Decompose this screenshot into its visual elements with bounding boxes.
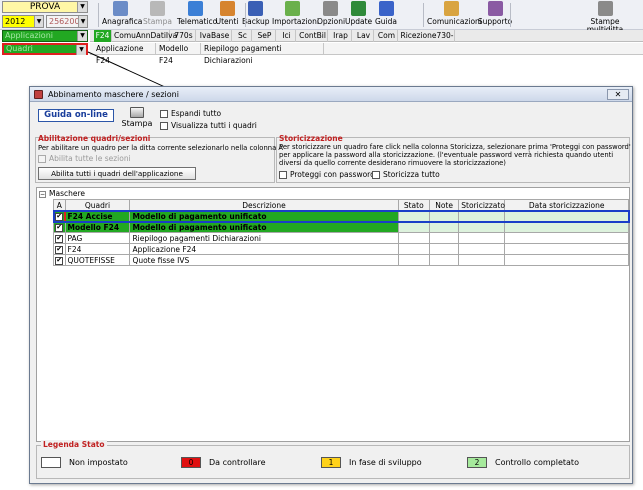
storicizzazione-text-3: diversi da quello corrente desiderano ri… [279,159,506,167]
row-note[interactable] [428,232,460,244]
abilita-tutte-sezioni-label: Abilita tutte le sezioni [49,154,131,163]
row-stato[interactable] [397,210,430,222]
column-header-descrizione[interactable]: Descrizione [129,199,399,211]
column-header-data-storicizzazione[interactable]: Data storicizzazione [504,199,629,211]
row-enable-checkbox[interactable] [55,234,64,243]
storicizzazione-title: Storicizzazione [279,134,343,143]
row-enable-cell[interactable] [53,254,66,266]
printer-icon [130,107,144,118]
row-enable-cell[interactable] [53,221,66,233]
legend-swatch [41,457,61,468]
espandi-tutto-checkbox[interactable] [160,110,168,118]
table-row[interactable]: QUOTEFISSEQuote fisse IVS [53,254,629,266]
row-enable-checkbox[interactable] [55,245,64,254]
maschere-tree: − Maschere A Quadri Descrizione Stato Not… [36,187,630,442]
legend-swatch: 1 [321,457,341,468]
legend-label: Da controllare [209,458,266,467]
abbinamento-dialog: Abbinamento maschere / sezioni ✕ Guida o… [29,86,633,484]
row-stato[interactable] [397,254,430,266]
row-note[interactable] [428,254,460,266]
visualizza-tutti-checkbox[interactable] [160,122,168,130]
row-stato[interactable] [397,232,430,244]
row-storicizzato[interactable] [458,210,506,222]
column-header-a[interactable]: A [53,199,66,211]
proteggi-password-checkbox[interactable] [279,171,287,179]
close-button[interactable]: ✕ [607,89,629,100]
row-enable-checkbox[interactable] [55,212,64,221]
storicizza-tutto-checkbox[interactable] [372,171,380,179]
column-header-note[interactable]: Note [428,199,460,211]
row-data-storicizzazione[interactable] [504,232,629,244]
row-note[interactable] [428,210,460,222]
column-header-storicizzato[interactable]: Storicizzato [458,199,506,211]
row-storicizzato[interactable] [458,221,506,233]
column-header-quadri[interactable]: Quadri [64,199,131,211]
abilitazione-title: Abilitazione quadri/sezioni [38,134,151,143]
dialog-titlebar: Abbinamento maschere / sezioni ✕ [30,87,632,102]
row-quadro: Modello F24 [64,221,131,233]
legenda-stato: Legenda Stato Non impostato 0 Da controlla… [36,440,630,479]
storicizzazione-text-1: Per storicizzare un quadro fare click ne… [279,143,631,151]
row-descrizione: Quote fisse IVS [129,254,399,266]
legend-swatch: 0 [181,457,201,468]
row-data-storicizzazione[interactable] [504,254,629,266]
maschere-grid: A Quadri Descrizione Stato Note Storiciz… [52,199,630,266]
row-note[interactable] [428,243,460,255]
legenda-title: Legenda Stato [41,440,107,449]
stampa-label: Stampa [121,119,153,128]
guida-online-label: Guida on-line [44,110,108,120]
row-storicizzato[interactable] [458,232,506,244]
legend-label: Controllo completato [495,458,579,467]
row-quadro: F24 [64,243,131,255]
table-row[interactable]: PAGRiepilogo pagamenti Dichiarazioni [53,232,629,244]
row-stato[interactable] [397,243,430,255]
table-row[interactable]: Modello F24Modello di pagamento unificat… [53,221,629,233]
abilitazione-text: Per abilitare un quadro per la ditta cor… [38,144,284,152]
row-descrizione: Applicazione F24 [129,243,399,255]
maschere-root-label: Maschere [49,189,85,198]
row-enable-cell[interactable] [53,243,66,255]
proteggi-password-label: Proteggi con password [290,170,375,179]
guida-online-button[interactable]: Guida on-line [38,109,114,122]
row-storicizzato[interactable] [458,243,506,255]
grid-header-row: A Quadri Descrizione Stato Note Storiciz… [53,199,629,211]
legend-swatch: 2 [467,457,487,468]
row-descrizione: Riepilogo pagamenti Dichiarazioni [129,232,399,244]
row-descrizione: Modello di pagamento unificato [129,221,399,233]
row-quadro: QUOTEFISSE [64,254,131,266]
close-icon: ✕ [614,90,622,99]
collapse-icon[interactable]: − [39,190,46,198]
legend-label: In fase di sviluppo [349,458,422,467]
legend-label: Non impostato [69,458,128,467]
storicizzazione-text-2: per applicare la password alla storicizz… [279,151,614,159]
row-stato[interactable] [397,221,430,233]
column-header-stato[interactable]: Stato [397,199,430,211]
visualizza-tutti-label: Visualizza tutti i quadri [171,121,257,130]
row-storicizzato[interactable] [458,254,506,266]
row-enable-cell[interactable] [52,209,66,223]
row-enable-checkbox[interactable] [55,256,64,265]
row-enable-cell[interactable] [53,232,66,244]
row-quadro: F24 Accise [64,210,131,222]
row-descrizione: Modello di pagamento unificato [129,210,399,222]
table-row[interactable]: F24 AcciseModello di pagamento unificato [52,209,630,223]
row-data-storicizzazione[interactable] [504,210,629,222]
row-note[interactable] [428,221,460,233]
storicizza-tutto-label: Storicizza tutto [383,170,440,179]
row-enable-checkbox[interactable] [55,223,64,232]
espandi-tutto-label: Espandi tutto [171,109,222,118]
table-row[interactable]: F24Applicazione F24 [53,243,629,255]
app-icon [34,90,43,99]
abilita-tutti-quadri-label: Abilita tutti i quadri dell'applicazione [51,169,183,178]
row-data-storicizzazione[interactable] [504,221,629,233]
maschere-root[interactable]: − Maschere [39,189,85,198]
row-data-storicizzazione[interactable] [504,243,629,255]
abilita-tutte-sezioni-checkbox[interactable] [38,155,46,163]
stampa-button[interactable]: Stampa [120,106,154,132]
dialog-title: Abbinamento maschere / sezioni [48,90,179,99]
row-quadro: PAG [64,232,131,244]
abilita-tutti-quadri-button[interactable]: Abilita tutti i quadri dell'applicazione [38,167,196,180]
